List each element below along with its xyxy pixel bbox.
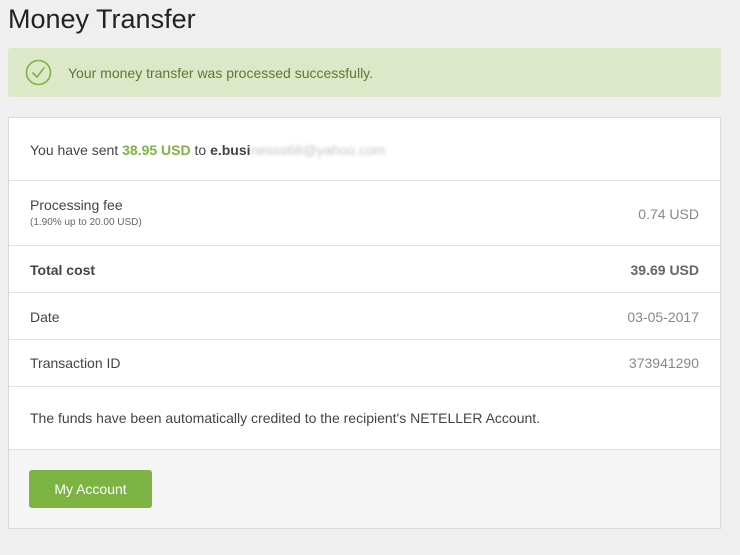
date-label: Date xyxy=(30,309,60,325)
credit-note: The funds have been automatically credit… xyxy=(30,410,541,426)
transaction-id-row: Transaction ID 373941290 xyxy=(9,340,720,387)
my-account-button[interactable]: My Account xyxy=(29,470,152,508)
date-value: 03-05-2017 xyxy=(627,309,699,325)
card-footer: My Account xyxy=(9,450,720,528)
page-title: Money Transfer xyxy=(8,4,196,34)
check-circle-icon xyxy=(25,59,52,86)
recipient-email-redacted: nesss68@yahoo.com xyxy=(250,142,386,158)
total-cost-row: Total cost 39.69 USD xyxy=(9,246,720,293)
transaction-id-label: Transaction ID xyxy=(30,355,121,371)
summary-text: You have sent 38.95 USD to e.businesss68… xyxy=(30,142,385,158)
summary-connector: to xyxy=(190,142,211,158)
credit-note-row: The funds have been automatically credit… xyxy=(9,387,720,450)
sent-amount: 38.95 USD xyxy=(122,142,191,158)
processing-fee-row: Processing fee (1.90% up to 20.00 USD) 0… xyxy=(9,181,720,246)
transfer-details-card: You have sent 38.95 USD to e.businesss68… xyxy=(8,117,721,529)
summary-row: You have sent 38.95 USD to e.businesss68… xyxy=(9,118,720,181)
total-cost-label: Total cost xyxy=(30,262,96,278)
processing-fee-note: (1.90% up to 20.00 USD) xyxy=(30,217,142,228)
total-cost-value: 39.69 USD xyxy=(630,262,699,278)
processing-fee-value: 0.74 USD xyxy=(638,206,699,222)
alert-message: Your money transfer was processed succes… xyxy=(68,65,374,81)
summary-prefix: You have sent xyxy=(30,142,123,158)
success-alert: Your money transfer was processed succes… xyxy=(8,48,721,97)
date-row: Date 03-05-2017 xyxy=(9,293,720,340)
recipient-email: e.busi xyxy=(210,142,251,158)
transaction-id-value: 373941290 xyxy=(628,355,699,371)
processing-fee-label: Processing fee xyxy=(30,197,123,213)
